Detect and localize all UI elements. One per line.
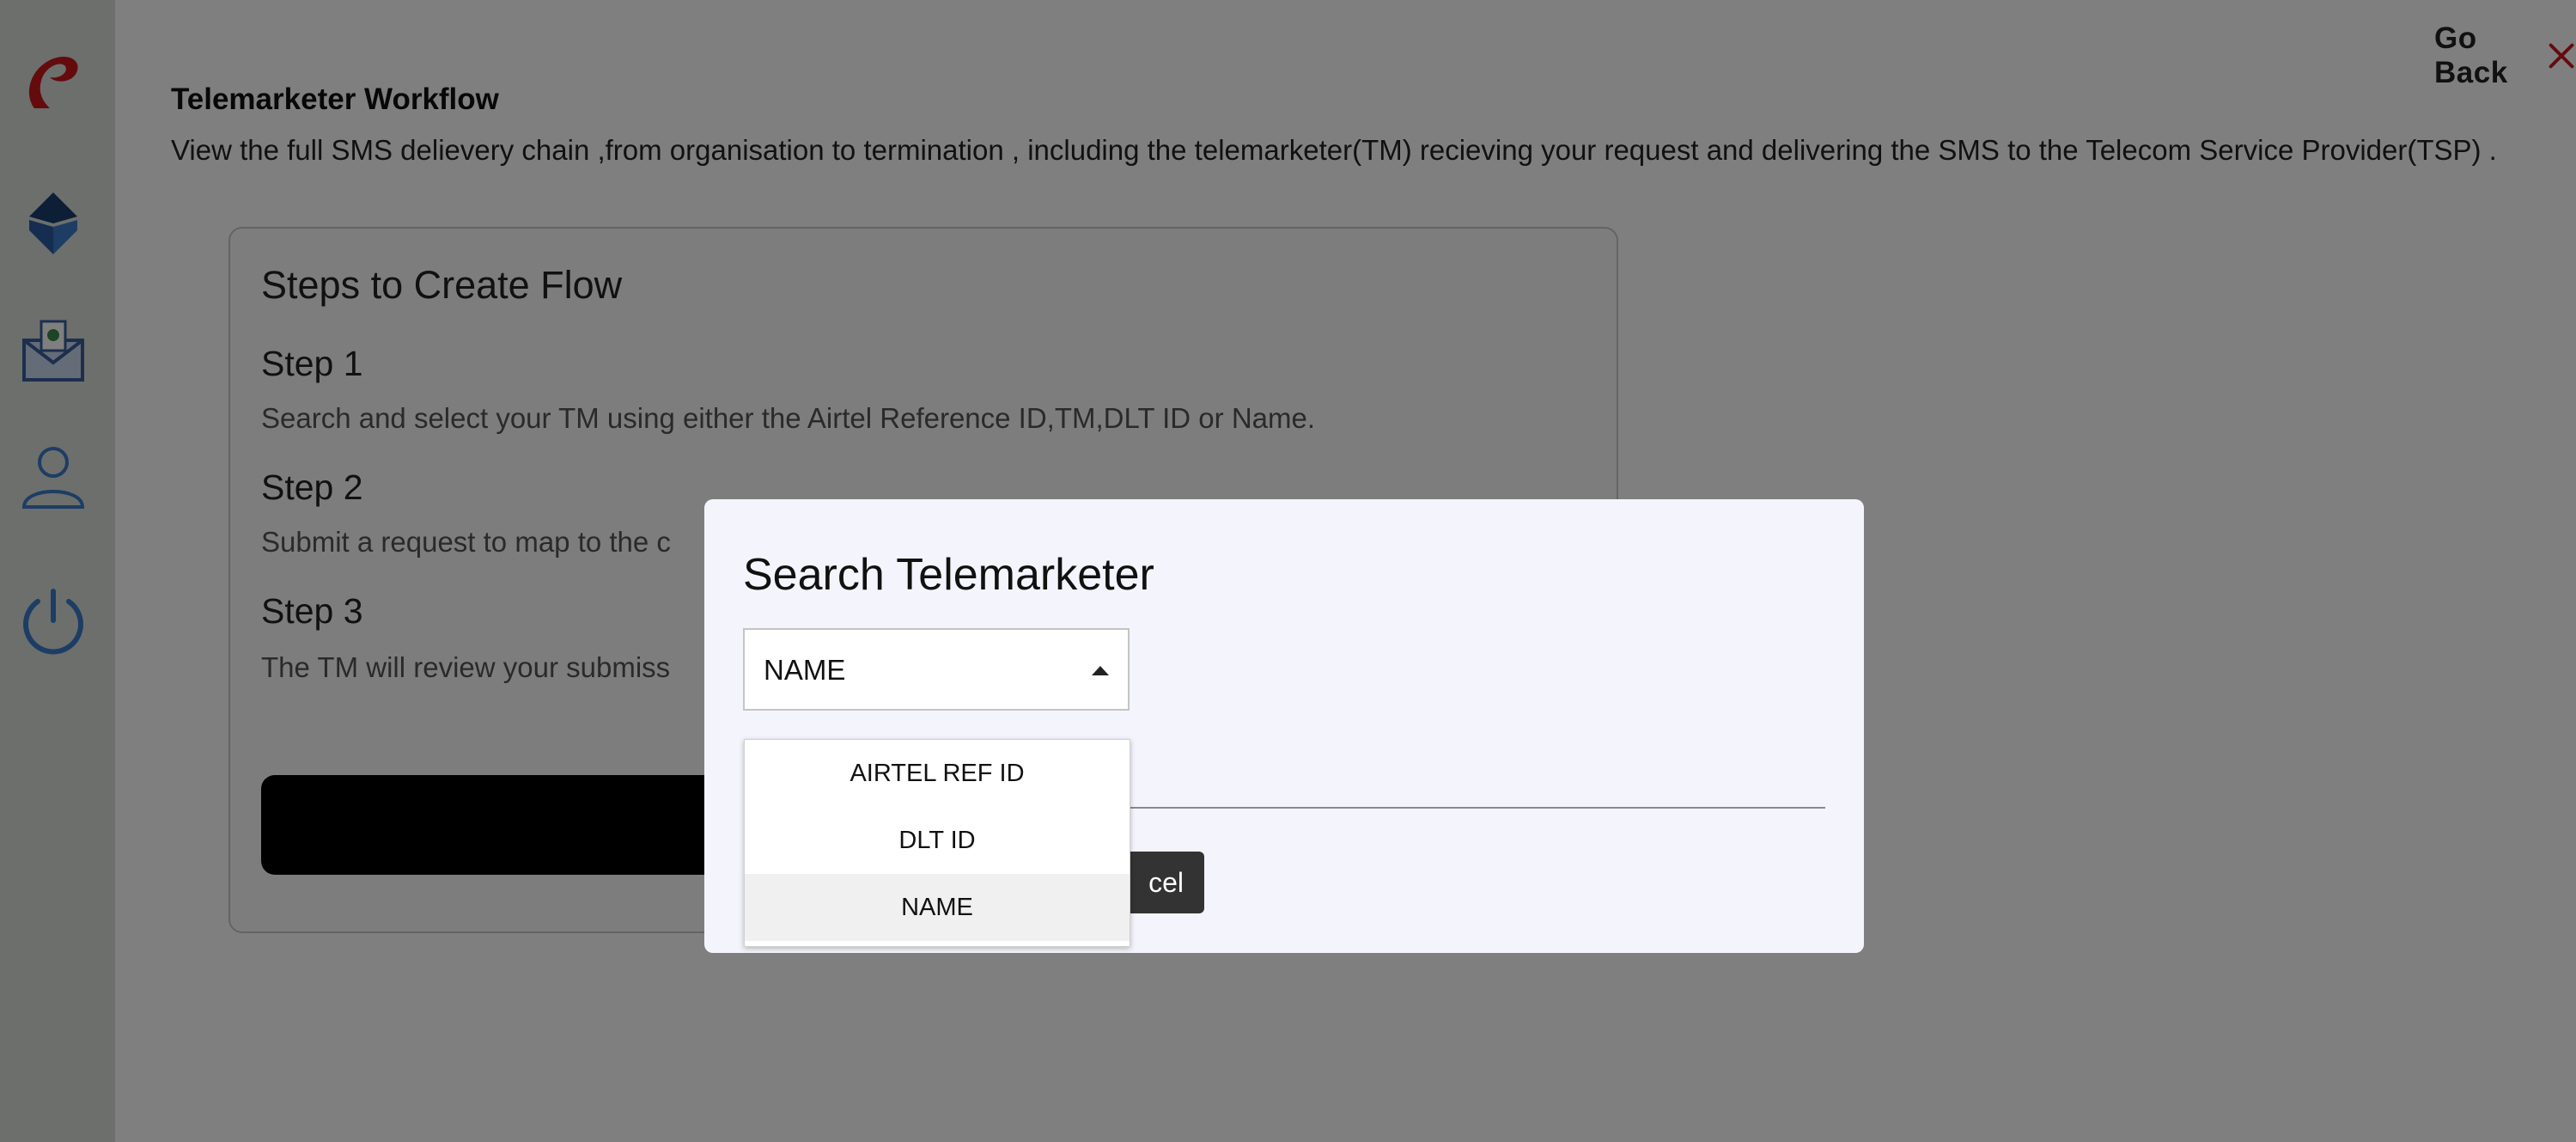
search-input[interactable]	[1130, 807, 1825, 809]
search-type-options: AIRTEL REF ID DLT ID NAME	[744, 739, 1130, 947]
caret-up-icon	[1092, 666, 1109, 675]
option-airtel-ref-id[interactable]: AIRTEL REF ID	[745, 740, 1130, 807]
option-name[interactable]: NAME	[745, 874, 1130, 941]
cancel-label: cel	[1148, 866, 1184, 898]
search-type-select[interactable]: NAME	[743, 628, 1130, 711]
dialog-title: Search Telemarketer	[743, 550, 1154, 600]
select-value: NAME	[764, 654, 846, 686]
option-dlt-id[interactable]: DLT ID	[745, 807, 1130, 874]
